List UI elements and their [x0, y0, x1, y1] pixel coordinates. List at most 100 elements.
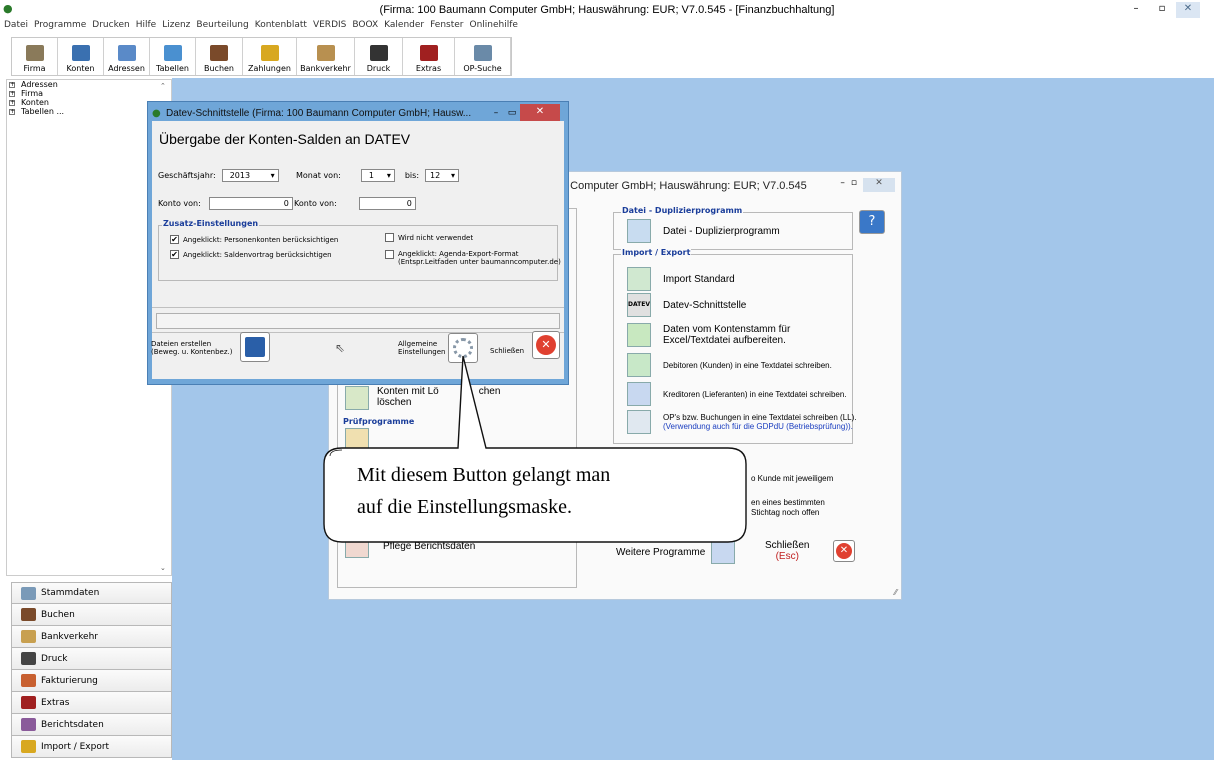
- tree-item[interactable]: + Adressen: [7, 80, 171, 89]
- resize-grip-icon[interactable]: ⁄⁄: [894, 588, 897, 597]
- menu-item[interactable]: Datei: [4, 20, 28, 34]
- title-bar: ● (Firma: 100 Baumann Computer GmbH; Hau…: [0, 0, 1214, 20]
- restore-button[interactable]: ▫: [1150, 2, 1174, 18]
- accounts-icon: [71, 45, 90, 61]
- chevron-down-icon: ▾: [270, 171, 275, 180]
- dialog-heading: Übergabe der Konten-Salden an DATEV: [159, 131, 411, 147]
- datev-dialog: ● Datev-Schnittstelle (Firma: 100 Bauman…: [147, 101, 569, 385]
- monat-row: Monat von: 1 ▾ bis: 12 ▾: [296, 169, 460, 182]
- toolbar-button-bankverkehr[interactable]: Bankverkehr: [297, 38, 355, 75]
- tree-item-label: Tabellen ...: [21, 107, 65, 116]
- toolbar-button-extras[interactable]: Extras: [403, 38, 455, 75]
- menu-item[interactable]: Fenster: [430, 20, 463, 34]
- konto-bis-row: Konto von: 0: [294, 197, 416, 210]
- menu-item[interactable]: Beurteilung: [196, 20, 248, 34]
- menu-item[interactable]: Drucken: [92, 20, 129, 34]
- agenda-checkbox[interactable]: Angeklickt: Agenda-Export-Format (Entspr.…: [385, 250, 561, 266]
- toolbar-button-tabellen[interactable]: Tabellen: [150, 38, 196, 75]
- import-standard-item[interactable]: Import Standard: [627, 267, 735, 291]
- tree-item[interactable]: + Firma: [7, 89, 171, 98]
- toolbar: Firma Konten Adressen Tabellen Buchen Zahlung…: [11, 37, 512, 76]
- programs-window-title: n Computer GmbH; Hauswährung: EUR; V7.0.…: [561, 180, 807, 192]
- checkbox-checked-icon: ✔: [170, 250, 179, 259]
- unused-checkbox[interactable]: Wird nicht verwendet: [385, 233, 473, 242]
- datev-item[interactable]: DATEV Datev-Schnittstelle: [627, 293, 746, 317]
- toolbar-button-konten[interactable]: Konten: [58, 38, 104, 75]
- book-icon: [210, 45, 228, 61]
- expand-icon[interactable]: +: [9, 99, 15, 106]
- toolbar-label: Konten: [66, 64, 95, 73]
- konto-bis-input[interactable]: 0: [358, 197, 416, 210]
- konto-von-input[interactable]: 0: [208, 197, 293, 210]
- progress-bar: [156, 313, 560, 329]
- nav-item-berichtsdaten[interactable]: Berichtsdaten: [11, 714, 172, 736]
- callout-text: Mit diesem Button gelangt man auf die Ei…: [357, 464, 611, 518]
- konto-von-row: Konto von: 0: [158, 197, 293, 210]
- menu-item[interactable]: Hilfe: [136, 20, 156, 34]
- toolbar-button-zahlungen[interactable]: Zahlungen: [243, 38, 297, 75]
- dateien-erstellen-button[interactable]: [240, 332, 270, 362]
- close-icon: ✕: [836, 543, 852, 559]
- excel-icon: [627, 323, 651, 347]
- close-button[interactable]: ✕: [520, 104, 560, 121]
- nav-item-label: Buchen: [41, 609, 75, 620]
- toolbar-label: Buchen: [203, 64, 235, 73]
- saldenvortrag-checkbox[interactable]: ✔ Angeklickt: Saldenvortrag berücksichtig…: [170, 250, 332, 259]
- menu-item[interactable]: Onlinehilfe: [470, 20, 518, 34]
- menu-item[interactable]: Lizenz: [162, 20, 190, 34]
- nav-item-buchen[interactable]: Buchen: [11, 604, 172, 626]
- expand-icon[interactable]: +: [9, 108, 15, 115]
- close-button[interactable]: ✕: [1176, 2, 1200, 18]
- menu-item[interactable]: Kontenblatt: [255, 20, 307, 34]
- scroll-down-icon[interactable]: ⌄: [160, 564, 166, 572]
- maximize-button[interactable]: ▭: [504, 108, 520, 118]
- chevron-down-icon: ▾: [451, 171, 456, 180]
- nav-item-druck[interactable]: Druck: [11, 648, 172, 670]
- nav-item-import-export[interactable]: Import / Export: [11, 736, 172, 758]
- toolbar-button-druck[interactable]: Druck: [355, 38, 403, 75]
- menu-item[interactable]: BOOX: [352, 20, 378, 34]
- monat-bis-select[interactable]: 12 ▾: [425, 169, 460, 182]
- minimize-button[interactable]: –: [1124, 2, 1148, 18]
- programs-window-controls: – ▫ ✕: [840, 178, 895, 192]
- floppy-icon: [245, 337, 265, 357]
- nav-item-label: Bankverkehr: [41, 631, 99, 642]
- back-close-button[interactable]: ✕: [833, 540, 855, 562]
- help-button[interactable]: ?: [859, 210, 885, 234]
- nav-item-label: Import / Export: [41, 741, 110, 752]
- nav-item-stammdaten[interactable]: Stammdaten: [11, 582, 172, 604]
- restore-button[interactable]: ▫: [851, 178, 857, 192]
- partial-text-2: en eines bestimmten: [751, 498, 825, 507]
- minimize-button[interactable]: –: [840, 178, 845, 192]
- toolbar-label: Extras: [415, 64, 442, 73]
- menu-item[interactable]: Kalender: [384, 20, 424, 34]
- printer-icon: [21, 652, 36, 665]
- nav-item-bankverkehr[interactable]: Bankverkehr: [11, 626, 172, 648]
- toolbar-button-op-suche[interactable]: OP-Suche: [455, 38, 511, 75]
- nav-item-label: Druck: [41, 653, 68, 664]
- address-icon: [117, 45, 136, 61]
- nav-item-extras[interactable]: Extras: [11, 692, 172, 714]
- kontenstamm-item[interactable]: Daten vom Kontenstamm für Excel/Textdatei…: [627, 323, 790, 347]
- tree-item-label: Adressen: [21, 80, 58, 89]
- minimize-button[interactable]: –: [488, 108, 504, 118]
- tools-icon: [21, 696, 36, 709]
- checkbox-icon: [385, 250, 394, 259]
- zusatz-group-label: Zusatz-Einstellungen: [162, 219, 260, 228]
- geschaeftsjahr-select[interactable]: 2013 ▾: [221, 169, 279, 182]
- nav-item-fakturierung[interactable]: Fakturierung: [11, 670, 172, 692]
- toolbar-button-buchen[interactable]: Buchen: [196, 38, 243, 75]
- menu-item[interactable]: Programme: [34, 20, 86, 34]
- monat-von-select[interactable]: 1 ▾: [360, 169, 395, 182]
- expand-icon[interactable]: +: [9, 90, 15, 97]
- toolbar-button-firma[interactable]: Firma: [12, 38, 58, 75]
- personenkonten-checkbox[interactable]: ✔ Angeklickt: Personenkonten berücksichti…: [170, 235, 338, 244]
- expand-icon[interactable]: +: [9, 81, 15, 88]
- nav-item-label: Extras: [41, 697, 70, 708]
- toolbar-button-adressen[interactable]: Adressen: [104, 38, 150, 75]
- duplizier-item[interactable]: Datei - Duplizierprogramm: [627, 219, 780, 243]
- scroll-up-icon[interactable]: ⌃: [160, 82, 166, 90]
- menu-item[interactable]: VERDIS: [313, 20, 346, 34]
- search-icon: [473, 45, 492, 61]
- close-button[interactable]: ✕: [863, 178, 895, 192]
